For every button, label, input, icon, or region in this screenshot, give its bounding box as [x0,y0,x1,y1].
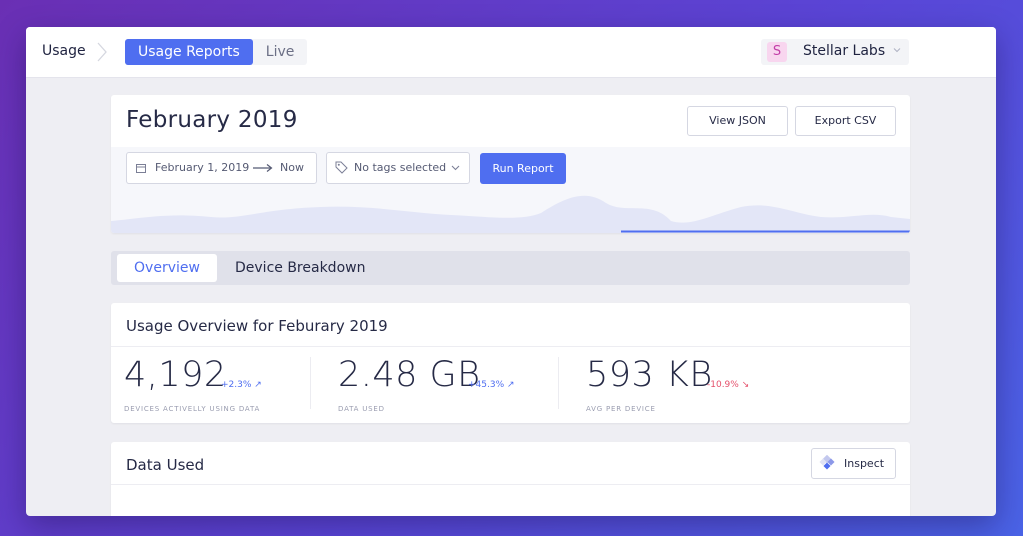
chevron-right-icon [97,42,107,62]
stat-data-used: 2.48 GB +45.3% ↗ DATA USED [338,355,515,413]
inspect-button[interactable]: Inspect [811,448,896,479]
chevron-down-icon [893,48,901,53]
app-window: Usage Usage Reports Live S Stellar Labs … [26,27,996,516]
run-report-button[interactable]: Run Report [480,153,566,184]
tab-device-breakdown[interactable]: Device Breakdown [235,254,365,282]
inspect-icon [819,455,835,470]
stat-label: AVG PER DEVICE [586,405,656,413]
page-title: February 2019 [126,107,298,133]
stat-active-devices: 4,192 +2.3% ↗ DEVICES ACTIVELLY USING DA… [124,355,262,413]
data-used-card: Data Used Inspect [111,442,910,516]
calendar-icon [136,164,146,173]
stat-avg-per-device: 593 KB -10.9% ↘ AVG PER DEVICE [586,355,749,413]
stat-value: 2.48 GB [338,355,481,395]
tags-placeholder: No tags selected [354,161,447,174]
report-mode-tabs: Usage Reports Live [125,39,308,65]
tab-live[interactable]: Live [253,39,308,65]
chevron-down-icon [451,165,460,171]
divider [310,357,311,409]
stat-value: 4,192 [124,355,227,395]
tag-icon [335,161,348,174]
view-json-button[interactable]: View JSON [687,106,788,136]
overview-title: Usage Overview for Feburary 2019 [126,317,388,335]
report-tabs: Overview Device Breakdown [111,251,910,285]
stat-change: +45.3% ↗ [468,380,515,390]
stat-label: DEVICES ACTIVELLY USING DATA [124,405,261,413]
divider [111,346,910,347]
stat-change: +2.3% ↗ [221,380,262,390]
arrow-right-icon [253,164,273,172]
tab-overview[interactable]: Overview [117,254,217,282]
divider [558,357,559,409]
report-card: February 2019 View JSON Export CSV Febru… [111,95,910,233]
top-bar: Usage Usage Reports Live S Stellar Labs [26,27,996,78]
usage-overview-card: Usage Overview for Feburary 2019 4,192 +… [111,303,910,423]
org-avatar: S [767,42,787,62]
tab-usage-reports[interactable]: Usage Reports [125,39,253,65]
export-csv-button[interactable]: Export CSV [795,106,896,136]
date-from: February 1, 2019 [155,161,250,174]
date-range-picker[interactable]: February 1, 2019 Now [126,152,317,184]
stat-change: -10.9% ↘ [707,380,750,390]
inspect-label: Inspect [844,457,885,470]
tags-select[interactable]: No tags selected [326,152,470,184]
org-name: Stellar Labs [803,43,886,59]
stat-value: 593 KB [586,355,713,395]
org-switcher[interactable]: S Stellar Labs [761,39,909,65]
breadcrumb-usage[interactable]: Usage [42,43,86,59]
data-used-title: Data Used [126,456,205,474]
divider [111,484,910,485]
stat-label: DATA USED [338,405,385,413]
usage-sparkline [111,195,910,233]
date-to: Now [280,161,304,174]
